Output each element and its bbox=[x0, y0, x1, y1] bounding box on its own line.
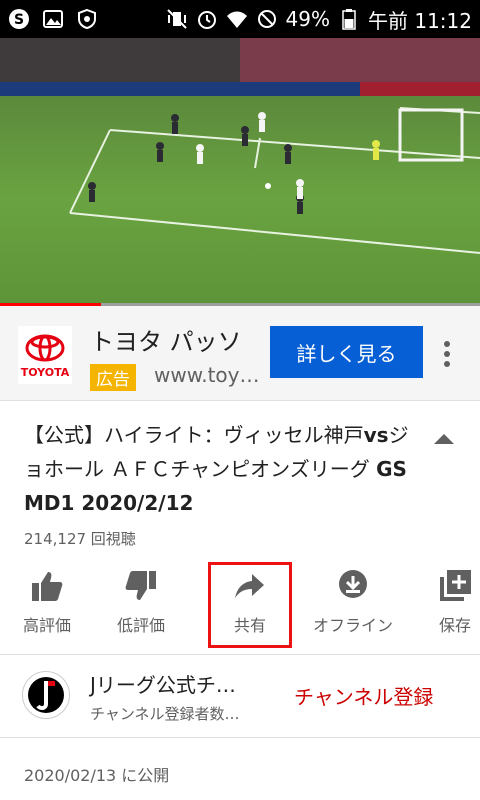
more-options-icon[interactable] bbox=[443, 340, 451, 372]
toyota-logo: TOYOTA bbox=[18, 326, 72, 384]
publish-date: 2020/02/13 に公開 bbox=[24, 766, 170, 785]
subscribe-button[interactable]: チャンネル登録 bbox=[294, 681, 433, 710]
gallery-icon bbox=[42, 8, 64, 30]
expand-icon[interactable] bbox=[432, 428, 456, 448]
offline-button[interactable]: オフライン bbox=[308, 566, 398, 642]
svg-text:S: S bbox=[14, 12, 24, 28]
dislike-label: 低評価 bbox=[116, 616, 165, 635]
download-icon bbox=[339, 570, 367, 598]
ad-banner[interactable]: TOYOTA トヨタ パッソ 広告 www.toy… 詳しく見る bbox=[0, 306, 480, 401]
video-title-part: 【公式】ハイライト：ヴィッセル神戸 bbox=[24, 423, 364, 447]
battery-percent: 49% bbox=[285, 7, 330, 31]
highlight-box bbox=[208, 562, 292, 648]
alarm-icon bbox=[196, 8, 218, 30]
ad-url[interactable]: www.toy… bbox=[154, 363, 260, 387]
playlist-add-icon bbox=[440, 570, 471, 601]
do-not-disturb-icon bbox=[256, 8, 278, 30]
ad-badge: 広告 bbox=[90, 364, 136, 391]
battery-icon bbox=[338, 8, 360, 30]
video-frame bbox=[0, 38, 480, 254]
thumbs-up-icon bbox=[32, 572, 63, 601]
wifi-icon bbox=[226, 8, 248, 30]
like-button[interactable]: 高評価 bbox=[2, 566, 92, 642]
skype-icon: S bbox=[8, 8, 30, 30]
channel-avatar[interactable] bbox=[22, 671, 70, 719]
dislike-button[interactable]: 低評価 bbox=[96, 566, 186, 642]
save-label: 保存 bbox=[438, 616, 471, 635]
channel-row[interactable]: Jリーグ公式チ… チャンネル登録者数… チャンネル登録 bbox=[0, 654, 480, 738]
status-bar: S 49% 午前 11:12 bbox=[0, 0, 480, 38]
thumbs-down-icon bbox=[125, 571, 156, 600]
shield-icon bbox=[76, 8, 98, 30]
view-count: 214,127 回視聴 bbox=[24, 530, 136, 548]
clock: 午前 11:12 bbox=[368, 8, 472, 33]
like-label: 高評価 bbox=[22, 616, 71, 635]
video-player[interactable] bbox=[0, 38, 480, 306]
offline-label: オフライン bbox=[312, 616, 393, 635]
channel-name[interactable]: Jリーグ公式チ… bbox=[90, 669, 236, 698]
ad-title[interactable]: トヨタ パッソ bbox=[90, 322, 242, 357]
vibrate-icon bbox=[166, 8, 188, 30]
video-title[interactable]: 【公式】ハイライト：ヴィッセル神戸vsジョホール ＡＦＣチャンピオンズリーグ G… bbox=[24, 418, 414, 520]
ad-logo-text: TOYOTA bbox=[21, 366, 70, 379]
subscriber-count: チャンネル登録者数… bbox=[90, 705, 240, 723]
save-button[interactable]: 保存 bbox=[410, 566, 480, 642]
video-title-part: vs bbox=[363, 423, 389, 447]
ad-learn-more-button[interactable]: 詳しく見る bbox=[270, 326, 423, 378]
